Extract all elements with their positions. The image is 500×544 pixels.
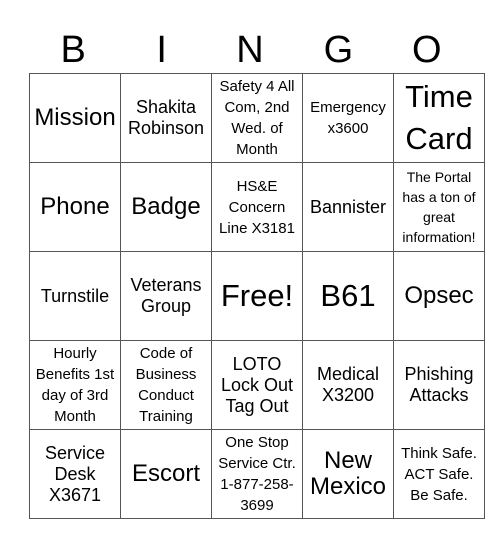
header-letter-o: O (412, 29, 442, 71)
bingo-cell[interactable]: The Portal has a ton of great informatio… (393, 162, 485, 252)
bingo-cell[interactable]: Bannister (302, 162, 394, 252)
bingo-row: Service Desk X3671 Escort One Stop Service… (29, 429, 485, 519)
bingo-cell[interactable]: Opsec (393, 251, 485, 341)
bingo-cell[interactable]: Time Card (393, 73, 485, 163)
bingo-cell[interactable]: Phone (29, 162, 121, 252)
bingo-cell[interactable]: Medical X3200 (302, 340, 394, 430)
bingo-cell[interactable]: Hourly Benefits 1st day of 3rd Month (29, 340, 121, 430)
bingo-cell[interactable]: Escort (120, 429, 212, 519)
bingo-row: Hourly Benefits 1st day of 3rd Month Code… (29, 340, 485, 430)
bingo-row: Mission Shakita Robinson Safety 4 All Com,… (29, 73, 485, 163)
header-letter-b: B (60, 29, 86, 71)
bingo-cell[interactable]: Service Desk X3671 (29, 429, 121, 519)
bingo-cell[interactable]: Safety 4 All Com, 2nd Wed. of Month (211, 73, 303, 163)
bingo-grid: Mission Shakita Robinson Safety 4 All Com,… (29, 73, 485, 519)
bingo-cell[interactable]: Turnstile (29, 251, 121, 341)
bingo-cell[interactable]: Veterans Group (120, 251, 212, 341)
bingo-cell[interactable]: New Mexico (302, 429, 394, 519)
bingo-cell[interactable]: LOTO Lock Out Tag Out (211, 340, 303, 430)
bingo-cell[interactable]: Think Safe. ACT Safe. Be Safe. (393, 429, 485, 519)
header-letter-g: G (323, 29, 354, 71)
bingo-cell[interactable]: Emergency x3600 (302, 73, 394, 163)
bingo-row: Turnstile Veterans Group Free! B61 Opsec (29, 251, 485, 341)
bingo-cell[interactable]: Badge (120, 162, 212, 252)
bingo-cell[interactable]: HS&E Concern Line X3181 (211, 162, 303, 252)
bingo-cell[interactable]: Free! (211, 251, 303, 341)
bingo-row: Phone Badge HS&E Concern Line X3181 Bannist… (29, 162, 485, 252)
bingo-cell[interactable]: Phishing Attacks (393, 340, 485, 430)
bingo-cell[interactable]: Code of Business Conduct Training (120, 340, 212, 430)
bingo-cell[interactable]: One Stop Service Ctr. 1-877-258-3699 (211, 429, 303, 519)
bingo-cell[interactable]: Mission (29, 73, 121, 163)
header-letter-n: N (236, 29, 264, 71)
bingo-cell[interactable]: Shakita Robinson (120, 73, 212, 163)
bingo-header: B I N G O (29, 28, 471, 72)
header-letter-i: I (156, 29, 167, 71)
bingo-cell[interactable]: B61 (302, 251, 394, 341)
